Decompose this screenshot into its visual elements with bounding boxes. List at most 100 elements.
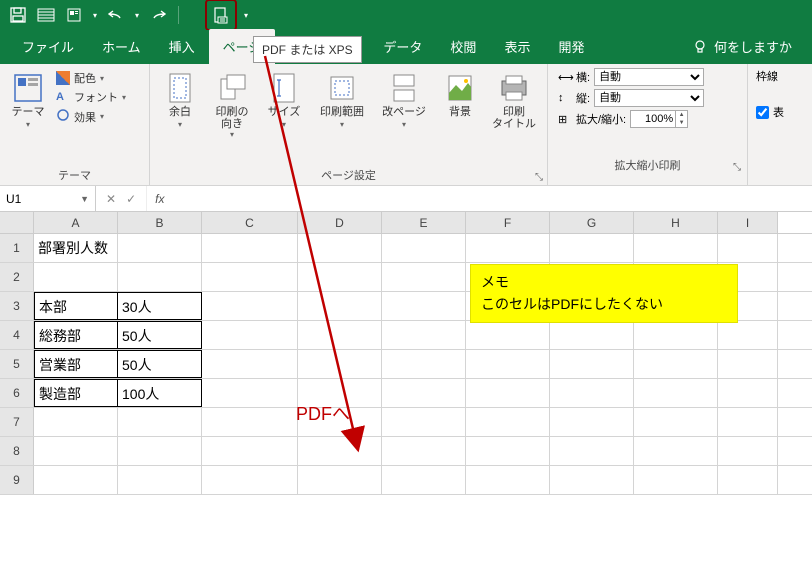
cell-C7[interactable]	[202, 408, 298, 436]
cell-G1[interactable]	[550, 234, 634, 262]
cell-A3[interactable]: 本部	[34, 292, 118, 320]
cell-C3[interactable]	[202, 292, 298, 320]
fx-icon[interactable]: fx	[147, 192, 172, 206]
cell-A7[interactable]	[34, 408, 118, 436]
cell-D5[interactable]	[298, 350, 382, 378]
cell-E3[interactable]	[382, 292, 466, 320]
touch-mode-icon[interactable]	[34, 3, 58, 27]
cell-C1[interactable]	[202, 234, 298, 262]
name-box-dropdown-icon[interactable]: ▼	[80, 194, 89, 204]
column-header-E[interactable]: E	[382, 212, 466, 233]
cell-A4[interactable]: 総務部	[34, 321, 118, 349]
column-header-C[interactable]: C	[202, 212, 298, 233]
cell-C6[interactable]	[202, 379, 298, 407]
cell-A1[interactable]: 部署別人数	[34, 234, 118, 262]
cell-E2[interactable]	[382, 263, 466, 291]
cell-B5[interactable]: 50人	[118, 350, 202, 378]
cell-H6[interactable]	[634, 379, 718, 407]
gridlines-view-checkbox[interactable]: 表	[756, 104, 800, 120]
cell-F9[interactable]	[466, 466, 550, 494]
cell-H7[interactable]	[634, 408, 718, 436]
cell-C5[interactable]	[202, 350, 298, 378]
cell-E1[interactable]	[382, 234, 466, 262]
cell-G6[interactable]	[550, 379, 634, 407]
column-header-D[interactable]: D	[298, 212, 382, 233]
select-all-corner[interactable]	[0, 212, 34, 233]
tab-view[interactable]: 表示	[490, 29, 544, 64]
row-header-7[interactable]: 7	[0, 408, 34, 436]
pdf-xps-icon[interactable]	[209, 3, 233, 27]
cell-B8[interactable]	[118, 437, 202, 465]
cell-G5[interactable]	[550, 350, 634, 378]
cell-E6[interactable]	[382, 379, 466, 407]
breaks-button[interactable]: 改ページ▾	[378, 68, 430, 130]
undo-dropdown-icon[interactable]: ▾	[132, 11, 142, 20]
row-header-3[interactable]: 3	[0, 292, 34, 320]
tab-review[interactable]: 校閲	[436, 29, 490, 64]
cell-E5[interactable]	[382, 350, 466, 378]
cell-A8[interactable]	[34, 437, 118, 465]
cell-A9[interactable]	[34, 466, 118, 494]
tab-data[interactable]: データ	[369, 29, 436, 64]
cell-B4[interactable]: 50人	[118, 321, 202, 349]
cell-G7[interactable]	[550, 408, 634, 436]
undo-icon[interactable]	[104, 3, 128, 27]
theme-effects-button[interactable]: 効果 ▾	[56, 108, 126, 125]
cell-D2[interactable]	[298, 263, 382, 291]
cell-H4[interactable]	[634, 321, 718, 349]
cell-I9[interactable]	[718, 466, 778, 494]
scale-width-select[interactable]: 自動	[594, 68, 704, 86]
row-header-8[interactable]: 8	[0, 437, 34, 465]
cell-I4[interactable]	[718, 321, 778, 349]
cell-E8[interactable]	[382, 437, 466, 465]
column-header-G[interactable]: G	[550, 212, 634, 233]
cell-G8[interactable]	[550, 437, 634, 465]
tab-home[interactable]: ホーム	[88, 29, 155, 64]
column-header-A[interactable]: A	[34, 212, 118, 233]
cell-B2[interactable]	[118, 263, 202, 291]
cell-D9[interactable]	[298, 466, 382, 494]
cancel-formula-icon[interactable]: ✕	[106, 192, 116, 206]
cell-B7[interactable]	[118, 408, 202, 436]
row-header-2[interactable]: 2	[0, 263, 34, 291]
qat-customize-icon[interactable]: ▾	[241, 11, 251, 20]
qat-more-icon[interactable]: ▾	[90, 11, 100, 20]
scale-height-select[interactable]: 自動	[594, 89, 704, 107]
margins-button[interactable]: 余白▾	[158, 68, 202, 130]
cell-G9[interactable]	[550, 466, 634, 494]
row-header-6[interactable]: 6	[0, 379, 34, 407]
cell-F4[interactable]	[466, 321, 550, 349]
scale-percent-input[interactable]: 100%▲▼	[630, 110, 688, 128]
row-header-4[interactable]: 4	[0, 321, 34, 349]
themes-button[interactable]: テーマ▾	[6, 68, 50, 130]
theme-fonts-button[interactable]: A フォント ▾	[56, 89, 126, 105]
page-setup-launcher-icon[interactable]: ⤡	[535, 172, 543, 183]
tell-me-search[interactable]: 何をしますか	[680, 29, 804, 64]
cell-G4[interactable]	[550, 321, 634, 349]
cell-B3[interactable]: 30人	[118, 292, 202, 320]
cell-E7[interactable]	[382, 408, 466, 436]
tab-file[interactable]: ファイル	[8, 29, 88, 64]
cell-F5[interactable]	[466, 350, 550, 378]
enter-formula-icon[interactable]: ✓	[126, 192, 136, 206]
cell-A2[interactable]	[34, 263, 118, 291]
cell-H5[interactable]	[634, 350, 718, 378]
cell-I8[interactable]	[718, 437, 778, 465]
cell-F1[interactable]	[466, 234, 550, 262]
row-header-5[interactable]: 5	[0, 350, 34, 378]
print-titles-button[interactable]: 印刷 タイトル	[490, 68, 538, 130]
cell-C2[interactable]	[202, 263, 298, 291]
cell-D1[interactable]	[298, 234, 382, 262]
cell-F6[interactable]	[466, 379, 550, 407]
name-box[interactable]: ▼	[0, 186, 96, 211]
cell-C4[interactable]	[202, 321, 298, 349]
cell-I6[interactable]	[718, 379, 778, 407]
size-button[interactable]: サイズ▾	[262, 68, 306, 130]
cell-D8[interactable]	[298, 437, 382, 465]
cell-A5[interactable]: 営業部	[34, 350, 118, 378]
cell-H8[interactable]	[634, 437, 718, 465]
tab-insert[interactable]: 挿入	[155, 29, 209, 64]
name-box-input[interactable]	[6, 192, 66, 206]
cell-H1[interactable]	[634, 234, 718, 262]
cell-H9[interactable]	[634, 466, 718, 494]
